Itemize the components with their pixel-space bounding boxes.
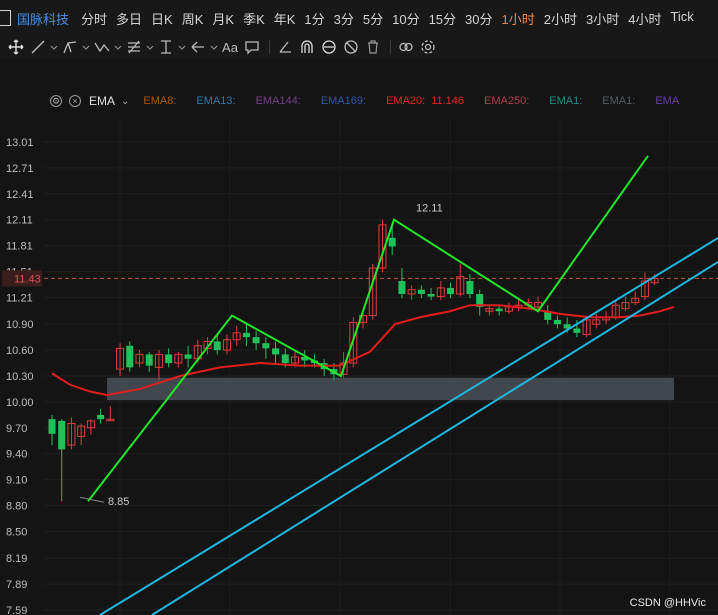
- y-axis-tick: 7.59: [6, 605, 27, 615]
- y-axis-tick: 10.90: [6, 319, 34, 331]
- ema-legend-item[interactable]: EMA250:: [484, 95, 529, 107]
- candle-body: [242, 332, 250, 338]
- candle-body: [281, 354, 289, 364]
- candle-body: [97, 414, 105, 420]
- candle-body: [573, 328, 581, 333]
- candle-body: [262, 343, 270, 349]
- y-axis-tick: 13.01: [6, 137, 34, 149]
- y-axis-tick: 8.19: [6, 553, 27, 565]
- candle-body: [495, 308, 503, 312]
- candle-body: [447, 287, 455, 294]
- candle-body: [553, 319, 561, 325]
- current-price-label: 11.43: [14, 273, 41, 285]
- settings-icon[interactable]: ⚙: [50, 95, 62, 107]
- watermark: CSDN @HHVic: [629, 597, 706, 609]
- close-icon[interactable]: ×: [69, 95, 81, 107]
- candle-body: [58, 420, 66, 450]
- candle-body: [126, 345, 134, 368]
- support-zone: [107, 377, 674, 401]
- indicator-legend: ⚙ × EMA ⌄ EMA8: EMA13: EMA144: EMA169: EMA20…: [0, 92, 718, 110]
- candle-body: [398, 281, 406, 294]
- ema-legend-item[interactable]: EMA144:: [256, 95, 301, 107]
- y-axis-tick: 9.40: [6, 449, 27, 461]
- ema-legend-item[interactable]: EMA1:: [602, 95, 635, 107]
- ema-legend-item[interactable]: EMA169:: [321, 95, 366, 107]
- y-axis-tick: 11.81: [6, 241, 33, 253]
- ema-legend-item[interactable]: EMA: [655, 95, 679, 107]
- ema-legend-item[interactable]: EMA13:: [196, 95, 235, 107]
- ema-legend-item[interactable]: EMA20: 11.146: [386, 95, 464, 107]
- candle-body: [165, 354, 173, 364]
- y-axis-tick: 9.10: [6, 475, 27, 487]
- candle-body: [427, 293, 435, 297]
- candle-body: [48, 419, 56, 434]
- low-price-label: 8.85: [108, 496, 129, 508]
- y-axis-tick: 10.30: [6, 371, 34, 383]
- ema-legend-item[interactable]: EMA1:: [549, 95, 582, 107]
- high-price-label: 12.11: [416, 203, 443, 215]
- y-axis-tick: 12.41: [6, 189, 34, 201]
- y-axis-tick: 8.80: [6, 501, 27, 513]
- chevron-down-icon[interactable]: ⌄: [121, 96, 129, 107]
- candle-body: [213, 341, 221, 351]
- candle-body: [417, 289, 425, 294]
- candle-body: [388, 237, 396, 247]
- y-axis-tick: 10.00: [6, 397, 34, 409]
- low-label-leader: [79, 496, 105, 503]
- candle-body: [252, 337, 260, 344]
- indicator-name[interactable]: EMA: [89, 94, 115, 108]
- candle-body: [466, 281, 474, 294]
- y-axis-tick: 10.60: [6, 345, 34, 357]
- candle-body: [184, 354, 192, 359]
- candle-body: [272, 348, 280, 355]
- y-axis-tick: 12.71: [6, 163, 34, 175]
- ema-legend-item[interactable]: EMA8:: [143, 95, 176, 107]
- y-axis-tick: 11.21: [6, 292, 33, 304]
- y-axis-tick: 8.50: [6, 526, 27, 538]
- y-axis-tick: 12.11: [6, 215, 33, 227]
- y-axis-tick: 7.89: [6, 579, 27, 591]
- y-axis-tick: 9.70: [6, 423, 27, 435]
- candle-body: [145, 354, 153, 366]
